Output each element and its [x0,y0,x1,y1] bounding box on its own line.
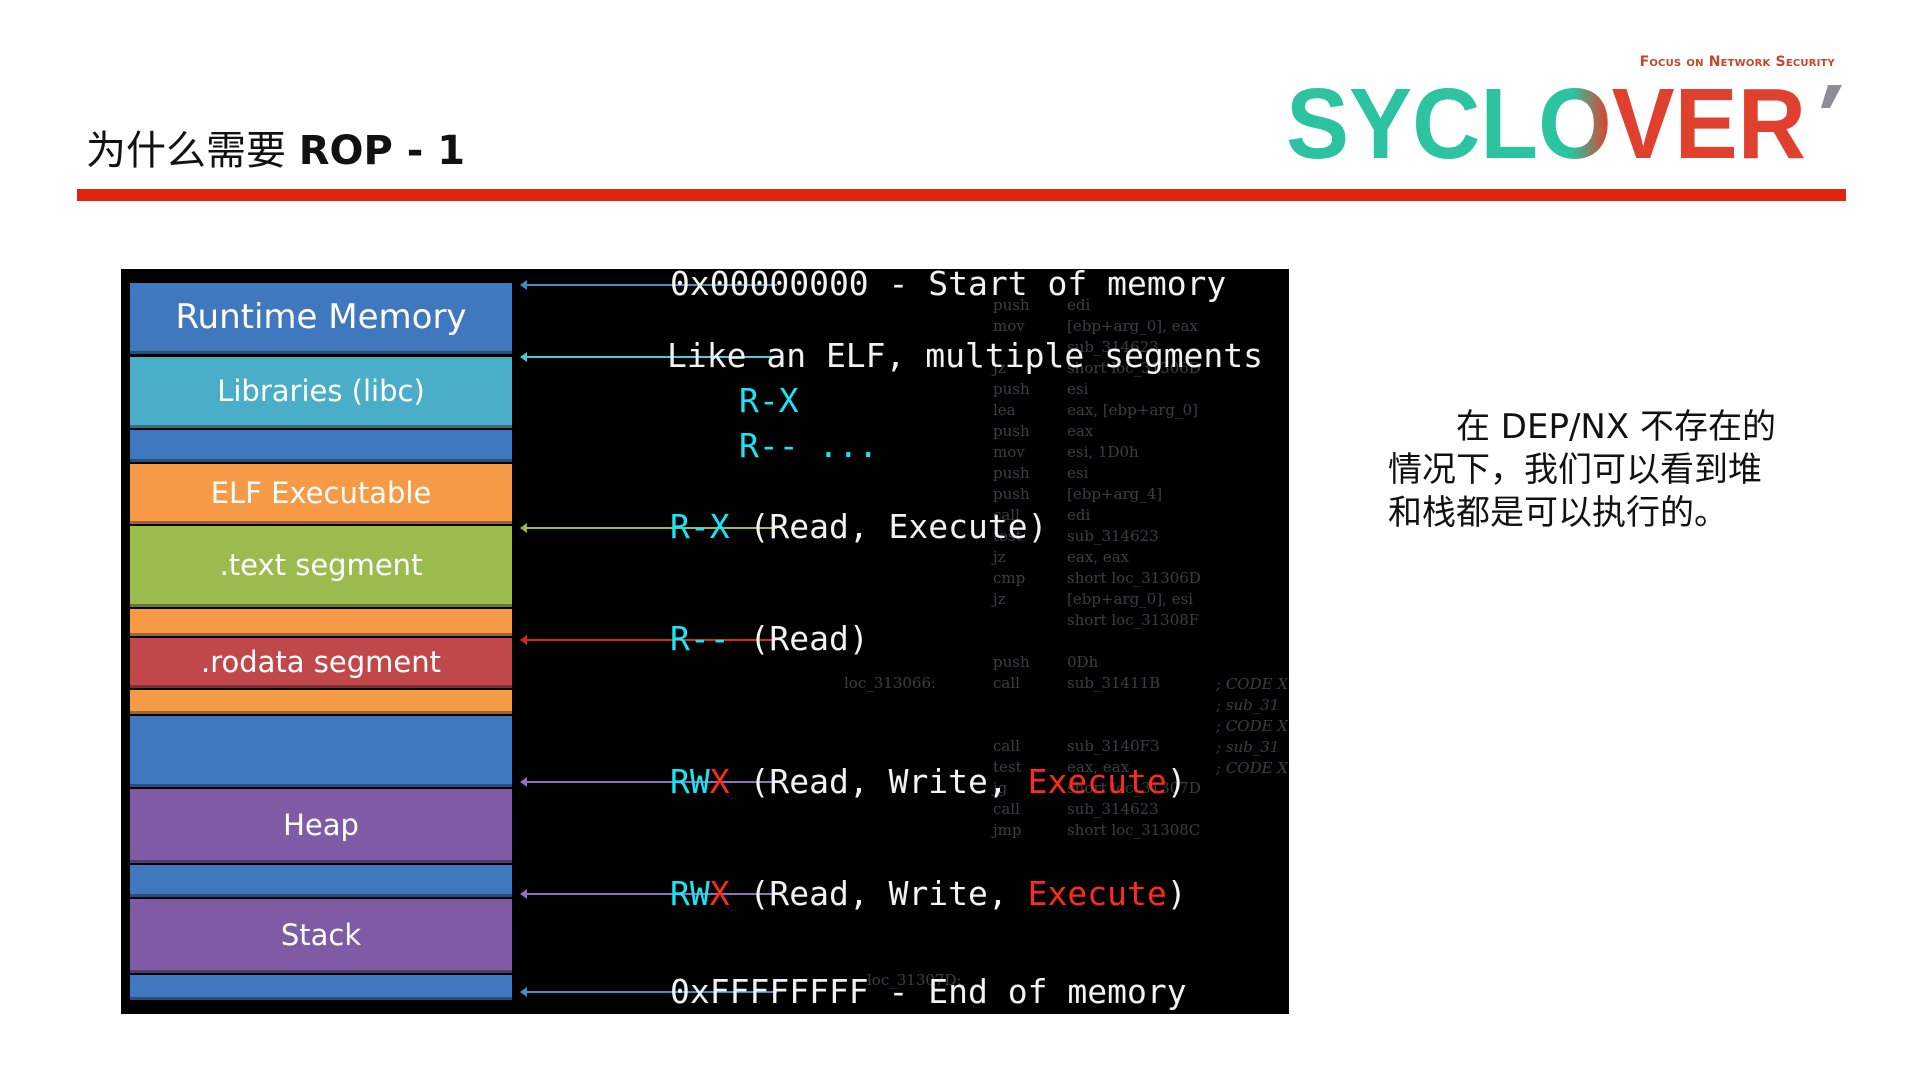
segment-gap [130,690,512,714]
logo-accent-mark [1821,85,1842,108]
segment-gap [130,609,512,636]
label-elf-segments: Like an ELF, multiple segments [667,336,1264,375]
perm-r: R-- [670,619,730,658]
slide-title-en: ROP - 1 [298,128,466,174]
label-elf-r: R-- ... [739,426,878,465]
slide-title: 为什么需要 ROP - 1 [86,118,465,176]
background-code-label: loc_313066: [844,674,937,692]
perm-close: ) [1166,874,1187,913]
background-code-comments: ; CODE X ; sub_31 ; CODE X ; sub_31 ; CO… [1216,675,1289,777]
segment-stack: Stack [130,899,512,973]
segment-text: .text segment [130,526,512,607]
perm-rx: R-X [670,507,730,546]
explanation-text: 在 DEP/NX 不存在的 情况下，我们可以看到堆 和栈都是可以执行的。 [1388,406,1828,535]
perm-rw: RW [670,762,710,801]
label-text-permissions: R-X (Read, Execute) [670,507,1048,546]
label-start-of-memory: 0x00000000 - Start of memory [670,269,1227,303]
segment-gap [130,865,512,897]
perm-x: X [709,874,730,913]
label-heap-permissions: RWX (Read, Write, Execute) [670,762,1187,801]
perm-rwx-desc: (Read, Write, [749,874,1028,913]
segment-runtime-memory: Runtime Memory [130,283,512,354]
label-rodata-permissions: R-- (Read) [670,619,869,658]
explanation-line-3: 和栈都是可以执行的。 [1388,493,1728,533]
explanation-line-2: 情况下，我们可以看到堆 [1388,450,1762,490]
segment-gap [130,975,512,1000]
memory-layout-diagram: push mov jz push lea push mov push push … [121,269,1289,1014]
perm-r-desc: (Read) [749,619,869,658]
brand-logo-text: SYCLOVER [1286,68,1806,168]
perm-close: ) [1166,762,1187,801]
background-code-operands: edi [ebp+arg_0], eax sub_314623 short lo… [1067,296,1201,839]
segment-gap [130,716,512,787]
label-elf-r-text: R-- ... [739,426,879,465]
perm-rwx-desc: (Read, Write, [749,762,1028,801]
background-code-mnemonics: push mov jz push lea push mov push push … [993,296,1030,839]
segment-heap: Heap [130,789,512,863]
segment-rodata: .rodata segment [130,638,512,688]
label-elf-rx: R-X [739,381,799,420]
perm-x: X [709,762,730,801]
perm-rw: RW [670,874,710,913]
label-end-of-memory: 0xFFFFFFFF - End of memory [670,972,1187,1011]
perm-execute: Execute [1027,762,1167,801]
segment-libraries: Libraries (libc) [130,357,512,428]
title-divider [77,189,1846,201]
perm-rx-desc: (Read, Execute) [749,507,1048,546]
label-stack-permissions: RWX (Read, Write, Execute) [670,874,1187,913]
slide-title-cn: 为什么需要 [86,128,286,174]
segment-gap [130,430,512,462]
perm-execute: Execute [1027,874,1167,913]
explanation-line-1: 在 DEP/NX 不存在的 [1456,407,1776,447]
syclover-logo: SYCLOVER [1286,68,1842,168]
segment-elf-executable: ELF Executable [130,464,512,524]
